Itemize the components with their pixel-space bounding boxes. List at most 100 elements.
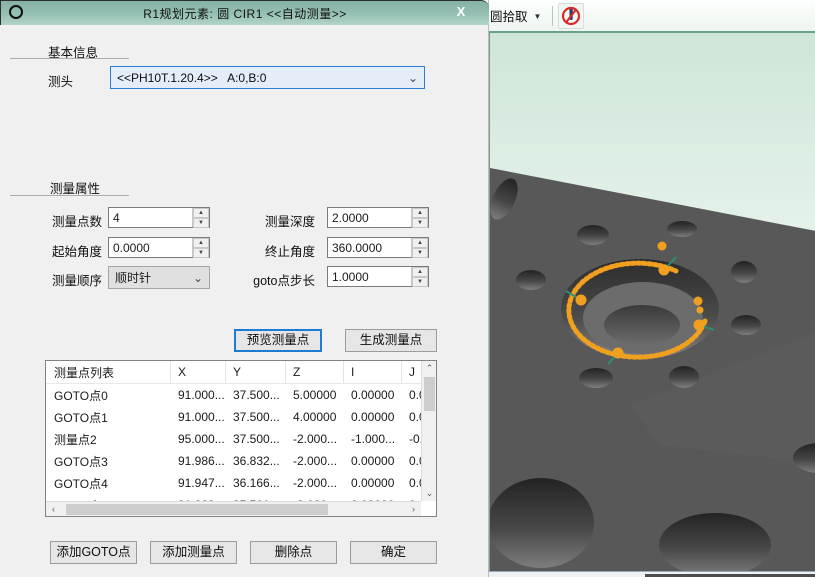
measure-point-table[interactable]: 测量点列表 X Y Z I J GOTO点091.000...37.500...… [45,360,437,517]
delete-point-button[interactable]: 删除点 [250,541,337,564]
probe-disable-button[interactable] [558,3,584,29]
table-row[interactable]: GOTO点591.883...35.501...-2.000...0.00000… [46,494,421,501]
depth-value[interactable]: 2.0000 [328,208,411,227]
measure-point [576,295,587,306]
col-header-y[interactable]: Y [225,361,285,383]
cell-y: 37.500... [225,410,285,424]
add-goto-point-button[interactable]: 添加GOTO点 [50,541,137,564]
viewport-3d[interactable] [489,33,815,571]
horizontal-scroll-thumb[interactable] [66,504,328,515]
scroll-left-icon[interactable]: ‹ [46,502,61,517]
depth-label: 测量深度 [235,211,315,230]
point-count-label: 测量点数 [52,211,102,230]
spin-up-icon[interactable]: ▲ [412,267,428,277]
point-count-value[interactable]: 4 [109,208,192,227]
main-app-pane: 圆拾取 ▼ [489,0,815,577]
spin-up-icon[interactable]: ▲ [193,208,209,218]
measure-point [613,348,624,359]
order-value: 顺时针 [115,269,193,286]
dropdown-caret-icon[interactable]: ▼ [534,12,542,21]
start-angle-spinner[interactable]: 0.0000 ▲▼ [108,237,210,258]
spin-down-icon[interactable]: ▼ [412,248,428,258]
add-measure-point-button[interactable]: 添加测量点 [150,541,237,564]
generate-points-button[interactable]: 生成测量点 [345,329,437,352]
table-vertical-scrollbar[interactable]: ⌃ ⌄ [421,361,436,501]
probe-value: <<PH10T.1.20.4>> A:0,B:0 [117,71,408,85]
cell-j: 0.00000 [401,476,421,490]
hole [577,225,609,245]
depth-spinner[interactable]: 2.0000 ▲▼ [327,207,429,228]
probe-combobox[interactable]: <<PH10T.1.20.4>> A:0,B:0 ⌄ [110,66,425,89]
table-row[interactable]: GOTO点391.986...36.832...-2.000... 0.00000… [46,450,421,472]
section-measure-props-line [10,195,129,196]
planning-dialog: R1规划元素: 圆 CIR1 <<自动测量>> X 基本信息 测头 <<PH10… [0,0,489,577]
start-angle-label: 起始角度 [52,241,102,260]
table-row[interactable]: GOTO点191.000...37.500...4.000000.000000.… [46,406,421,428]
spin-up-icon[interactable]: ▲ [412,208,428,218]
cell-z: -2.000... [285,454,343,468]
cell-i: -1.000... [343,432,401,446]
goto-step-value[interactable]: 1.0000 [328,267,411,286]
cell-x: 91.947... [170,476,225,490]
spin-down-icon[interactable]: ▼ [412,277,428,287]
col-header-j[interactable]: J [401,361,421,383]
table-row[interactable]: GOTO点491.947...36.166...-2.000...0.00000… [46,472,421,494]
goto-step-label: goto点步长 [225,270,315,289]
cell-y: 37.500... [225,432,285,446]
end-angle-spinner[interactable]: 360.0000 ▲▼ [327,237,429,258]
goto-point [658,242,667,251]
cell-x: 91.000... [170,388,225,402]
circle-pick-button[interactable]: 圆拾取 [490,6,528,25]
no-probe-icon [559,4,583,28]
vertical-scroll-thumb[interactable] [424,377,435,411]
order-combobox[interactable]: 顺时针 ⌄ [108,266,210,289]
scroll-right-icon[interactable]: › [406,502,421,517]
cell-j: 0.00000 [401,410,421,424]
table-body: 测量点列表 X Y Z I J GOTO点091.000...37.500...… [46,361,421,501]
goto-step-spinner[interactable]: 1.0000 ▲▼ [327,266,429,287]
preview-points-button[interactable]: 预览测量点 [234,329,322,352]
cell-z: 4.00000 [285,410,343,424]
col-header-x[interactable]: X [170,361,225,383]
chevron-down-icon[interactable]: ⌄ [408,73,418,83]
table-row[interactable]: GOTO点091.000...37.500...5.000000.000000.… [46,384,421,406]
spin-down-icon[interactable]: ▼ [193,248,209,258]
chevron-down-icon[interactable]: ⌄ [193,273,203,283]
scroll-up-icon[interactable]: ⌃ [422,361,437,376]
cell-i: 0.00000 [343,410,401,424]
start-angle-value[interactable]: 0.0000 [109,238,192,257]
end-angle-label: 终止角度 [235,241,315,260]
point-count-spinner[interactable]: 4 ▲▼ [108,207,210,228]
center-bore [604,305,680,345]
cell-name: 测量点2 [46,431,170,448]
cell-name: GOTO点1 [46,409,170,426]
measure-point [659,265,670,276]
application-window: R1规划元素: 圆 CIR1 <<自动测量>> X 基本信息 测头 <<PH10… [0,0,815,577]
cell-y: 36.832... [225,454,285,468]
scroll-down-icon[interactable]: ⌄ [422,486,437,501]
col-header-z[interactable]: Z [285,361,343,383]
cell-z: -2.000... [285,432,343,446]
table-header-row[interactable]: 测量点列表 X Y Z I J [46,361,421,384]
cell-y: 36.166... [225,476,285,490]
table-row[interactable]: 测量点295.000...37.500...-2.000...-1.000...… [46,428,421,450]
dialog-titlebar[interactable]: R1规划元素: 圆 CIR1 <<自动测量>> X [0,0,489,25]
cell-j: 0.00000 [401,388,421,402]
spin-down-icon[interactable]: ▼ [193,218,209,228]
scene-3d [490,33,815,571]
cell-name: GOTO点4 [46,475,170,492]
spin-up-icon[interactable]: ▲ [193,238,209,248]
spin-down-icon[interactable]: ▼ [412,218,428,228]
end-angle-value[interactable]: 360.0000 [328,238,411,257]
cell-x: 91.986... [170,454,225,468]
ok-button[interactable]: 确定 [350,541,437,564]
col-header-i[interactable]: I [343,361,401,383]
spin-up-icon[interactable]: ▲ [412,238,428,248]
cell-x: 95.000... [170,432,225,446]
col-header-name[interactable]: 测量点列表 [46,364,170,381]
cell-name: GOTO点3 [46,453,170,470]
large-hole [490,478,594,568]
close-icon[interactable]: X [451,4,471,22]
table-horizontal-scrollbar[interactable]: ‹ › [46,501,421,516]
cell-j: 0.00000 [401,454,421,468]
